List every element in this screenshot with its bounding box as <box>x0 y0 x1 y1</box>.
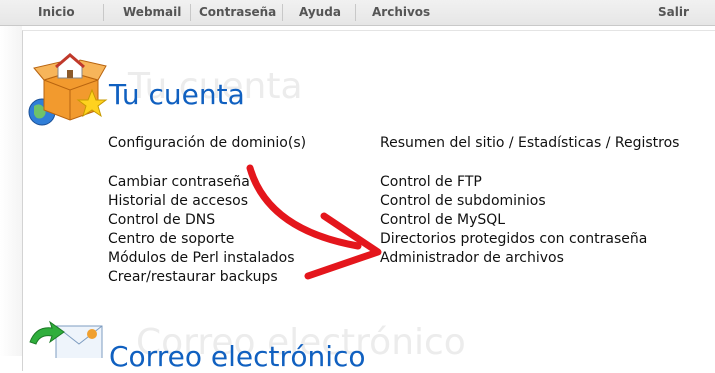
nav-archivos[interactable]: Archivos <box>372 0 430 25</box>
nav-separator <box>190 4 191 21</box>
link-directorios-protegidos[interactable]: Directorios protegidos con contraseña <box>380 231 647 247</box>
nav-separator <box>103 4 104 21</box>
nav-ayuda[interactable]: Ayuda <box>299 0 341 25</box>
section-title-correo: Correo electrónico <box>109 340 366 373</box>
link-control-dns[interactable]: Control de DNS <box>108 212 215 228</box>
link-cambiar-contrasena[interactable]: Cambiar contraseña <box>108 174 250 190</box>
nav-contrasena[interactable]: Contraseña <box>199 0 276 25</box>
link-historial-accesos[interactable]: Historial de accesos <box>108 193 248 209</box>
link-control-ftp[interactable]: Control de FTP <box>380 174 482 190</box>
nav-separator <box>282 4 283 21</box>
nav-separator <box>355 4 356 21</box>
mail-envelope-icon <box>29 320 103 358</box>
nav-inicio[interactable]: Inicio <box>38 0 75 25</box>
link-centro-soporte[interactable]: Centro de soporte <box>108 231 234 247</box>
link-control-subdominios[interactable]: Control de subdominios <box>380 193 546 209</box>
link-administrador-archivos[interactable]: Administrador de archivos <box>380 250 564 266</box>
account-box-icon <box>28 53 108 126</box>
section-title-tu-cuenta: Tu cuenta <box>109 78 245 111</box>
red-arrow-annotation <box>246 164 382 280</box>
link-control-mysql[interactable]: Control de MySQL <box>380 212 505 228</box>
link-configuracion-dominio[interactable]: Configuración de dominio(s) <box>108 135 306 151</box>
page-shadow <box>0 26 22 356</box>
nav-webmail[interactable]: Webmail <box>123 0 181 25</box>
top-navigation-bar: Inicio Webmail Contraseña Ayuda Archivos… <box>0 0 715 26</box>
link-resumen-sitio[interactable]: Resumen del sitio / Estadísticas / Regis… <box>380 135 679 151</box>
nav-logout[interactable]: Salir <box>658 0 689 25</box>
